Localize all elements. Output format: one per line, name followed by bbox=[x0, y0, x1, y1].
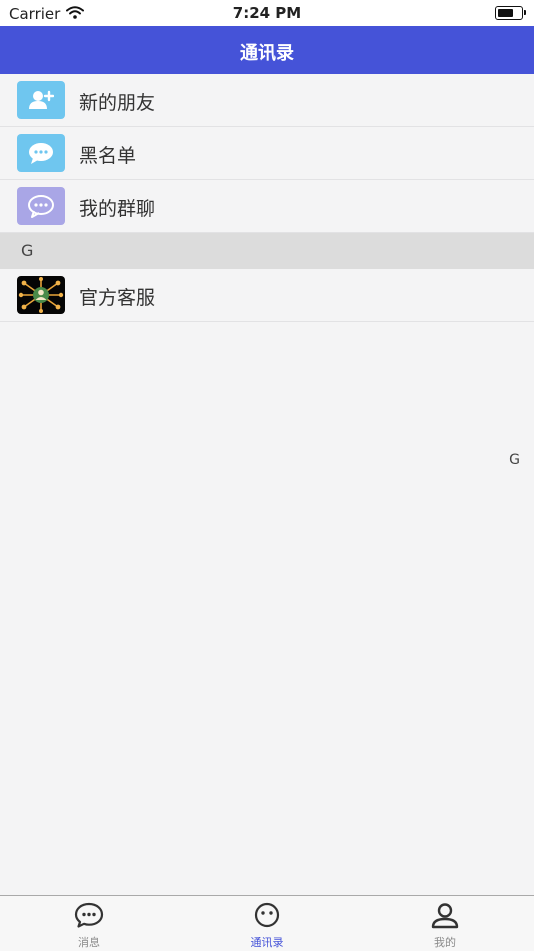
tab-label: 通讯录 bbox=[250, 936, 284, 949]
message-icon bbox=[0, 902, 178, 928]
menu-item-new-friends[interactable]: 新的朋友 bbox=[0, 74, 534, 127]
menu-item-label: 新的朋友 bbox=[79, 92, 156, 114]
tab-label: 我的 bbox=[434, 936, 456, 949]
contact-name: 官方客服 bbox=[79, 287, 156, 309]
status-time: 7:24 PM bbox=[232, 4, 302, 22]
section-header-g: G bbox=[0, 233, 534, 269]
group-chat-icon bbox=[17, 187, 65, 225]
tab-messages[interactable]: 消息 bbox=[0, 896, 178, 951]
contacts-icon bbox=[178, 902, 356, 928]
menu-item-my-groups[interactable]: 我的群聊 bbox=[0, 180, 534, 233]
battery-icon bbox=[495, 6, 526, 20]
menu-item-blacklist[interactable]: 黑名单 bbox=[0, 127, 534, 180]
section-letter: G bbox=[21, 241, 34, 260]
index-bar-letter-g[interactable]: G bbox=[509, 452, 520, 468]
tab-contacts[interactable]: 通讯录 bbox=[178, 896, 356, 951]
page-title: 通讯录 bbox=[240, 43, 294, 64]
add-friend-icon bbox=[17, 81, 65, 119]
chat-bubble-icon bbox=[17, 134, 65, 172]
contact-row-official-service[interactable]: 官方客服 bbox=[0, 269, 534, 322]
tab-profile[interactable]: 我的 bbox=[356, 896, 534, 951]
tab-bar: 消息 通讯录 我的 bbox=[0, 895, 534, 951]
status-bar: Carrier 7:24 PM bbox=[0, 0, 534, 26]
contacts-list[interactable]: 新的朋友 黑名单 我的群聊 G 官方客服 bbox=[0, 74, 534, 322]
menu-item-label: 黑名单 bbox=[79, 145, 137, 167]
menu-item-label: 我的群聊 bbox=[79, 198, 156, 220]
network-avatar-icon bbox=[17, 276, 65, 314]
nav-bar: 通讯录 bbox=[0, 26, 534, 74]
tab-label: 消息 bbox=[78, 936, 100, 949]
profile-icon bbox=[356, 902, 534, 930]
